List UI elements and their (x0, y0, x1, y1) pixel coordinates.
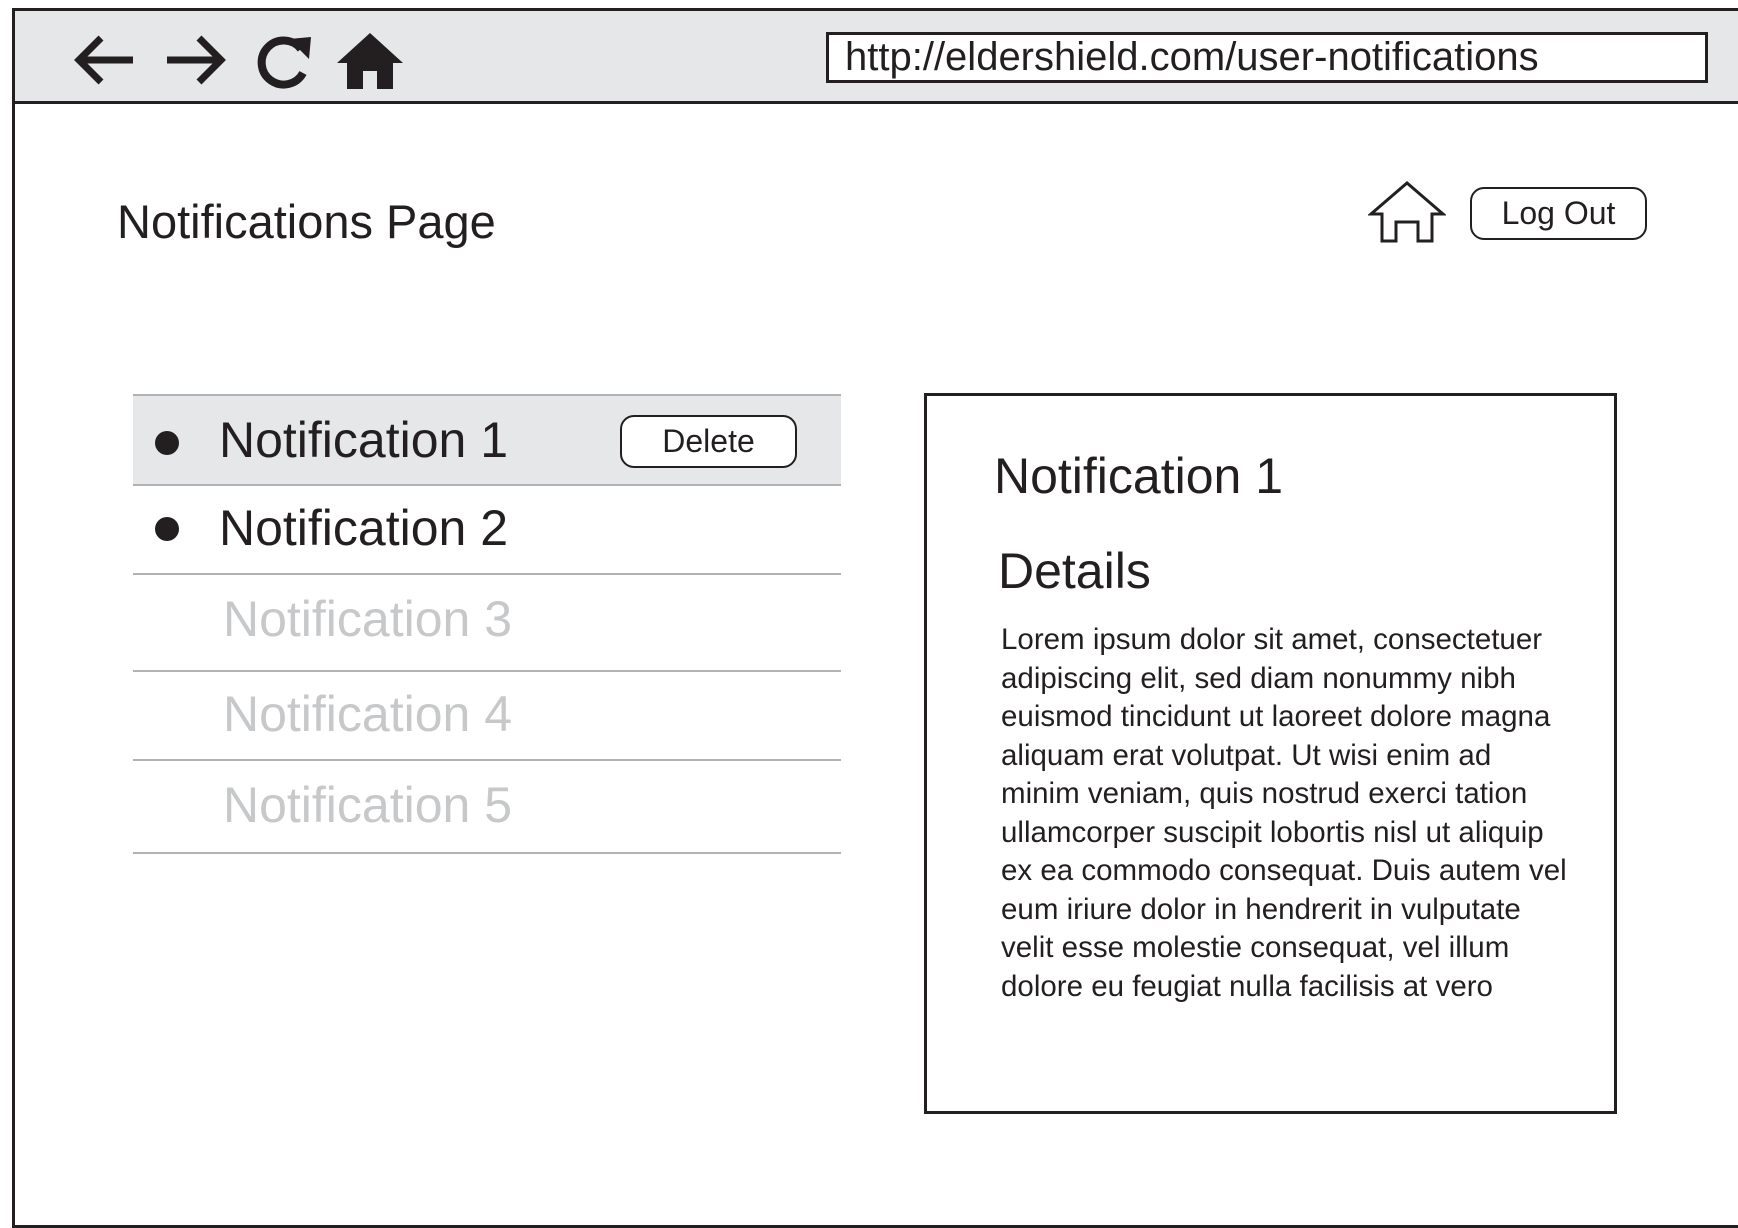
browser-toolbar: http://eldershield.com/user-notification… (15, 11, 1738, 104)
notification-label: Notification 2 (219, 500, 509, 556)
notification-item-2[interactable]: Notification 2 (133, 486, 841, 575)
delete-button[interactable]: Delete (620, 415, 797, 468)
back-button[interactable] (67, 29, 139, 91)
notification-item-1[interactable]: Notification 1 Delete (133, 394, 841, 486)
arrow-left-icon (74, 35, 133, 85)
browser-home-button[interactable] (335, 29, 405, 91)
home-outline-icon (1368, 181, 1446, 243)
detail-title: Notification 1 (994, 448, 1284, 504)
notification-label: Notification 3 (223, 591, 513, 647)
reload-icon (257, 36, 311, 89)
address-bar[interactable]: http://eldershield.com/user-notification… (826, 32, 1708, 83)
unread-dot-icon (155, 517, 179, 541)
detail-body: Lorem ipsum dolor sit amet, consectetuer… (1001, 623, 1567, 1003)
notification-label: Notification 1 (219, 412, 509, 468)
notification-label: Notification 4 (223, 686, 513, 742)
home-button[interactable] (1368, 180, 1446, 244)
detail-heading: Details (998, 543, 1151, 599)
notification-item-4[interactable]: Notification 4 (133, 672, 841, 761)
notification-item-3[interactable]: Notification 3 (133, 575, 841, 672)
forward-button[interactable] (161, 29, 233, 91)
page-title: Notifications Page (117, 195, 496, 248)
home-icon (337, 33, 403, 89)
notification-detail-panel: Notification 1 Details Lorem ipsum dolor… (924, 393, 1617, 1114)
logout-button[interactable]: Log Out (1470, 187, 1647, 240)
arrow-right-icon (167, 35, 226, 85)
notification-item-5[interactable]: Notification 5 (133, 761, 841, 854)
unread-dot-icon (155, 431, 179, 455)
reload-button[interactable] (251, 29, 317, 91)
notification-label: Notification 5 (223, 777, 513, 833)
notification-list: Notification 1 Delete Notification 2 Not… (133, 394, 841, 854)
